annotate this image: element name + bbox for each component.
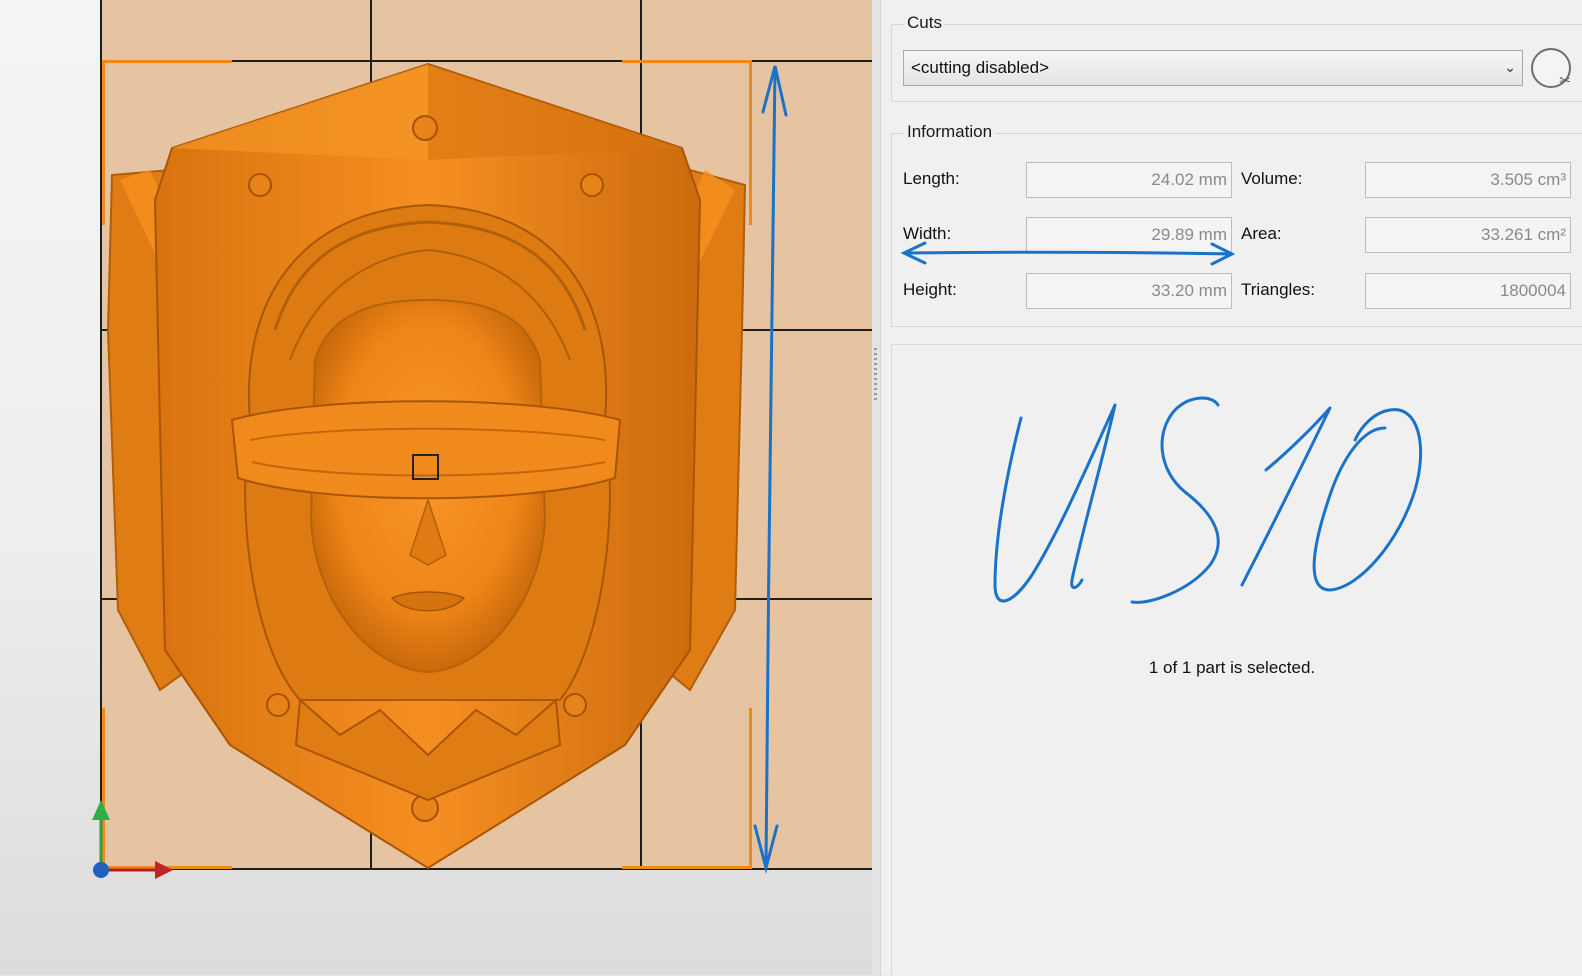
splitter-grip-icon[interactable] — [874, 348, 877, 400]
chevron-down-icon: ⌄ — [1504, 59, 1516, 75]
selection-status: 1 of 1 part is selected. — [1148, 658, 1316, 677]
axis-gizmo — [92, 800, 173, 879]
height-label: Height: — [903, 280, 957, 299]
length-field: 24.02 mm — [1026, 162, 1232, 198]
cuts-dropdown[interactable]: <cutting disabled> ⌄ — [903, 50, 1523, 86]
area-label: Area: — [1241, 224, 1282, 243]
width-field: 29.89 mm — [1026, 217, 1232, 253]
width-label: Width: — [903, 224, 952, 243]
cuts-dropdown-value: <cutting disabled> — [911, 58, 1049, 77]
cut-tool-icon: ✂ — [1559, 72, 1571, 88]
cut-tool-button[interactable]: ✂ — [1531, 48, 1571, 88]
height-field: 33.20 mm — [1026, 273, 1232, 309]
information-group-title: Information — [904, 122, 996, 142]
cuts-group-title: Cuts — [904, 13, 945, 33]
length-label: Length: — [903, 169, 960, 188]
triangles-field: 1800004 — [1365, 273, 1571, 309]
properties-panel: Cuts <cutting disabled> ⌄ ✂ Information … — [880, 0, 1582, 976]
3d-viewport[interactable] — [0, 0, 872, 975]
volume-field: 3.505 cm³ — [1365, 162, 1571, 198]
triangles-label: Triangles: — [1241, 280, 1316, 299]
area-field: 33.261 cm² — [1365, 217, 1571, 253]
volume-label: Volume: — [1241, 169, 1303, 188]
panel-splitter[interactable] — [872, 0, 880, 975]
